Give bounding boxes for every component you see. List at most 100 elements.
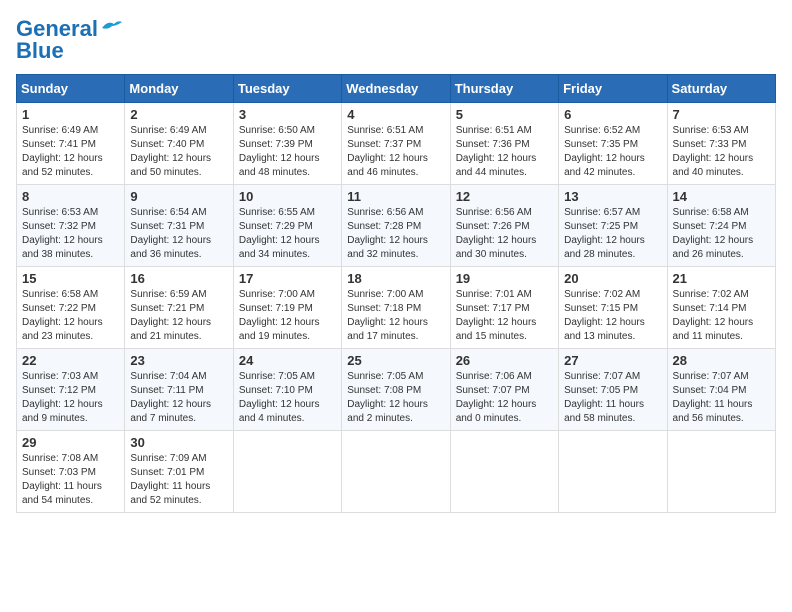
calendar-week-row: 15 Sunrise: 6:58 AM Sunset: 7:22 PM Dayl…	[17, 267, 776, 349]
day-info: Sunrise: 6:57 AM Sunset: 7:25 PM Dayligh…	[564, 206, 661, 262]
day-number: 12	[456, 189, 553, 204]
calendar-day-cell: 26 Sunrise: 7:06 AM Sunset: 7:07 PM Dayl…	[450, 349, 558, 431]
day-info: Sunrise: 7:02 AM Sunset: 7:15 PM Dayligh…	[564, 288, 661, 344]
day-number: 23	[130, 353, 227, 368]
calendar-day-cell: 29 Sunrise: 7:08 AM Sunset: 7:03 PM Dayl…	[17, 431, 125, 513]
calendar-day-cell: 8 Sunrise: 6:53 AM Sunset: 7:32 PM Dayli…	[17, 185, 125, 267]
calendar-week-row: 22 Sunrise: 7:03 AM Sunset: 7:12 PM Dayl…	[17, 349, 776, 431]
weekday-header: Friday	[559, 75, 667, 103]
day-number: 27	[564, 353, 661, 368]
calendar-week-row: 29 Sunrise: 7:08 AM Sunset: 7:03 PM Dayl…	[17, 431, 776, 513]
day-info: Sunrise: 6:49 AM Sunset: 7:40 PM Dayligh…	[130, 124, 227, 180]
calendar-day-cell: 4 Sunrise: 6:51 AM Sunset: 7:37 PM Dayli…	[342, 103, 450, 185]
calendar-day-cell: 28 Sunrise: 7:07 AM Sunset: 7:04 PM Dayl…	[667, 349, 775, 431]
weekday-header: Sunday	[17, 75, 125, 103]
calendar-day-cell	[342, 431, 450, 513]
day-info: Sunrise: 6:55 AM Sunset: 7:29 PM Dayligh…	[239, 206, 336, 262]
day-number: 17	[239, 271, 336, 286]
day-number: 13	[564, 189, 661, 204]
weekday-header: Tuesday	[233, 75, 341, 103]
calendar-day-cell: 21 Sunrise: 7:02 AM Sunset: 7:14 PM Dayl…	[667, 267, 775, 349]
day-info: Sunrise: 6:59 AM Sunset: 7:21 PM Dayligh…	[130, 288, 227, 344]
calendar-day-cell	[450, 431, 558, 513]
day-info: Sunrise: 6:54 AM Sunset: 7:31 PM Dayligh…	[130, 206, 227, 262]
day-info: Sunrise: 6:53 AM Sunset: 7:32 PM Dayligh…	[22, 206, 119, 262]
day-info: Sunrise: 7:07 AM Sunset: 7:04 PM Dayligh…	[673, 370, 770, 426]
weekday-header: Thursday	[450, 75, 558, 103]
weekday-header: Wednesday	[342, 75, 450, 103]
day-info: Sunrise: 7:05 AM Sunset: 7:08 PM Dayligh…	[347, 370, 444, 426]
calendar-day-cell: 30 Sunrise: 7:09 AM Sunset: 7:01 PM Dayl…	[125, 431, 233, 513]
logo-blue: Blue	[16, 38, 64, 64]
calendar-day-cell: 12 Sunrise: 6:56 AM Sunset: 7:26 PM Dayl…	[450, 185, 558, 267]
day-info: Sunrise: 7:09 AM Sunset: 7:01 PM Dayligh…	[130, 452, 227, 508]
day-info: Sunrise: 7:00 AM Sunset: 7:19 PM Dayligh…	[239, 288, 336, 344]
calendar-week-row: 8 Sunrise: 6:53 AM Sunset: 7:32 PM Dayli…	[17, 185, 776, 267]
calendar-day-cell: 17 Sunrise: 7:00 AM Sunset: 7:19 PM Dayl…	[233, 267, 341, 349]
calendar-table: SundayMondayTuesdayWednesdayThursdayFrid…	[16, 74, 776, 513]
day-number: 25	[347, 353, 444, 368]
calendar-day-cell: 2 Sunrise: 6:49 AM Sunset: 7:40 PM Dayli…	[125, 103, 233, 185]
day-info: Sunrise: 7:02 AM Sunset: 7:14 PM Dayligh…	[673, 288, 770, 344]
day-info: Sunrise: 7:03 AM Sunset: 7:12 PM Dayligh…	[22, 370, 119, 426]
day-info: Sunrise: 6:51 AM Sunset: 7:37 PM Dayligh…	[347, 124, 444, 180]
page-header: General Blue	[16, 16, 776, 64]
calendar-day-cell: 24 Sunrise: 7:05 AM Sunset: 7:10 PM Dayl…	[233, 349, 341, 431]
day-number: 14	[673, 189, 770, 204]
calendar-day-cell: 25 Sunrise: 7:05 AM Sunset: 7:08 PM Dayl…	[342, 349, 450, 431]
calendar-day-cell	[667, 431, 775, 513]
day-number: 28	[673, 353, 770, 368]
day-info: Sunrise: 6:50 AM Sunset: 7:39 PM Dayligh…	[239, 124, 336, 180]
day-info: Sunrise: 6:56 AM Sunset: 7:26 PM Dayligh…	[456, 206, 553, 262]
calendar-day-cell: 6 Sunrise: 6:52 AM Sunset: 7:35 PM Dayli…	[559, 103, 667, 185]
calendar-day-cell: 27 Sunrise: 7:07 AM Sunset: 7:05 PM Dayl…	[559, 349, 667, 431]
day-number: 21	[673, 271, 770, 286]
day-number: 4	[347, 107, 444, 122]
day-number: 3	[239, 107, 336, 122]
day-info: Sunrise: 6:58 AM Sunset: 7:24 PM Dayligh…	[673, 206, 770, 262]
day-number: 10	[239, 189, 336, 204]
day-info: Sunrise: 7:06 AM Sunset: 7:07 PM Dayligh…	[456, 370, 553, 426]
day-number: 29	[22, 435, 119, 450]
day-info: Sunrise: 7:08 AM Sunset: 7:03 PM Dayligh…	[22, 452, 119, 508]
weekday-header: Monday	[125, 75, 233, 103]
day-number: 26	[456, 353, 553, 368]
calendar-day-cell: 20 Sunrise: 7:02 AM Sunset: 7:15 PM Dayl…	[559, 267, 667, 349]
day-info: Sunrise: 6:53 AM Sunset: 7:33 PM Dayligh…	[673, 124, 770, 180]
calendar-week-row: 1 Sunrise: 6:49 AM Sunset: 7:41 PM Dayli…	[17, 103, 776, 185]
calendar-day-cell: 3 Sunrise: 6:50 AM Sunset: 7:39 PM Dayli…	[233, 103, 341, 185]
calendar-day-cell: 15 Sunrise: 6:58 AM Sunset: 7:22 PM Dayl…	[17, 267, 125, 349]
day-number: 9	[130, 189, 227, 204]
calendar-day-cell: 16 Sunrise: 6:59 AM Sunset: 7:21 PM Dayl…	[125, 267, 233, 349]
day-info: Sunrise: 6:56 AM Sunset: 7:28 PM Dayligh…	[347, 206, 444, 262]
calendar-day-cell: 10 Sunrise: 6:55 AM Sunset: 7:29 PM Dayl…	[233, 185, 341, 267]
day-number: 16	[130, 271, 227, 286]
day-number: 18	[347, 271, 444, 286]
day-number: 5	[456, 107, 553, 122]
calendar-day-cell: 23 Sunrise: 7:04 AM Sunset: 7:11 PM Dayl…	[125, 349, 233, 431]
calendar-day-cell	[559, 431, 667, 513]
day-info: Sunrise: 7:07 AM Sunset: 7:05 PM Dayligh…	[564, 370, 661, 426]
calendar-day-cell: 18 Sunrise: 7:00 AM Sunset: 7:18 PM Dayl…	[342, 267, 450, 349]
calendar-day-cell: 19 Sunrise: 7:01 AM Sunset: 7:17 PM Dayl…	[450, 267, 558, 349]
day-number: 7	[673, 107, 770, 122]
day-number: 1	[22, 107, 119, 122]
day-number: 11	[347, 189, 444, 204]
calendar-day-cell: 7 Sunrise: 6:53 AM Sunset: 7:33 PM Dayli…	[667, 103, 775, 185]
day-info: Sunrise: 6:58 AM Sunset: 7:22 PM Dayligh…	[22, 288, 119, 344]
calendar-header-row: SundayMondayTuesdayWednesdayThursdayFrid…	[17, 75, 776, 103]
day-info: Sunrise: 7:01 AM Sunset: 7:17 PM Dayligh…	[456, 288, 553, 344]
day-info: Sunrise: 7:05 AM Sunset: 7:10 PM Dayligh…	[239, 370, 336, 426]
day-number: 24	[239, 353, 336, 368]
calendar-day-cell	[233, 431, 341, 513]
day-number: 2	[130, 107, 227, 122]
logo-bird-icon	[100, 18, 122, 36]
logo: General Blue	[16, 16, 122, 64]
weekday-header: Saturday	[667, 75, 775, 103]
day-info: Sunrise: 6:49 AM Sunset: 7:41 PM Dayligh…	[22, 124, 119, 180]
day-number: 20	[564, 271, 661, 286]
calendar-day-cell: 9 Sunrise: 6:54 AM Sunset: 7:31 PM Dayli…	[125, 185, 233, 267]
calendar-day-cell: 22 Sunrise: 7:03 AM Sunset: 7:12 PM Dayl…	[17, 349, 125, 431]
day-info: Sunrise: 6:51 AM Sunset: 7:36 PM Dayligh…	[456, 124, 553, 180]
calendar-day-cell: 5 Sunrise: 6:51 AM Sunset: 7:36 PM Dayli…	[450, 103, 558, 185]
